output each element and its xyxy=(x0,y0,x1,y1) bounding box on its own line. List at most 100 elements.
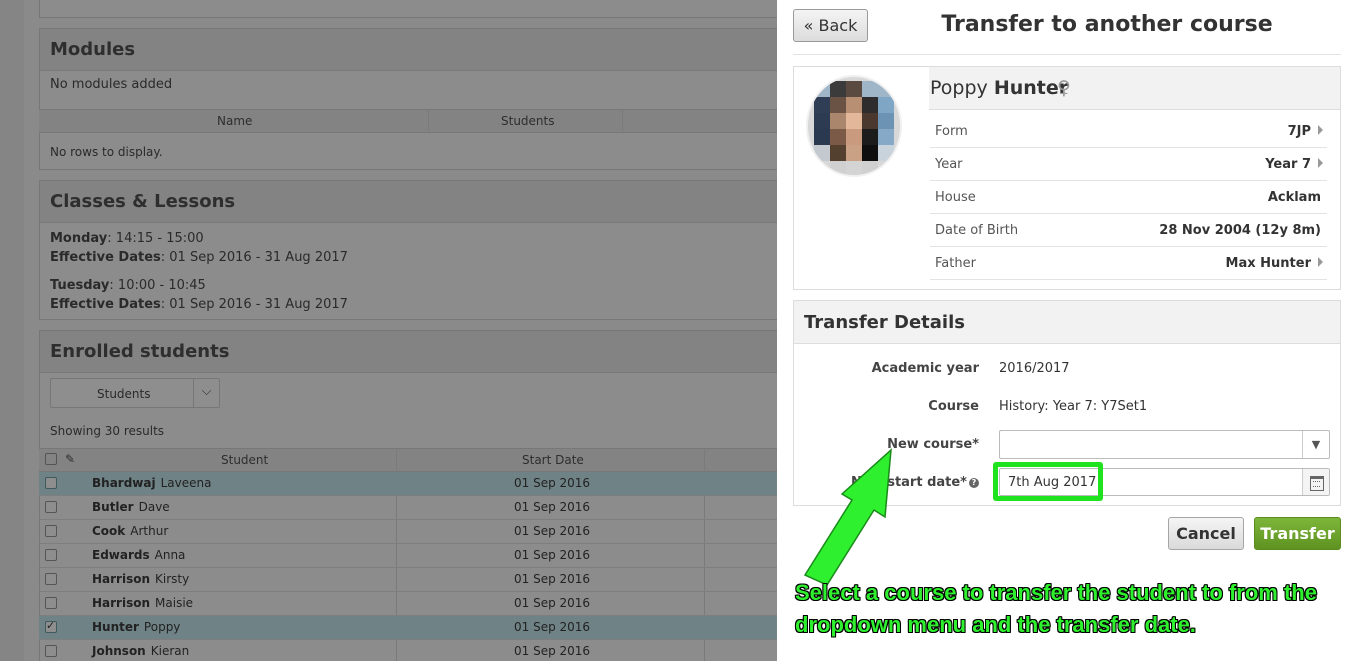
transfer-details-title: Transfer Details xyxy=(794,301,1340,344)
transfer-drawer: « Back Transfer to another course Poppy … xyxy=(777,0,1352,661)
start-date-cell: 01 Sep 2016 xyxy=(514,476,591,490)
students-view-label: Students xyxy=(97,387,151,401)
cancel-button[interactable]: Cancel xyxy=(1168,517,1244,550)
lesson-1-time: Monday: 14:15 - 15:00 xyxy=(50,231,204,246)
lesson-2-time: Tuesday: 10:00 - 10:45 xyxy=(50,278,206,293)
info-row-form[interactable]: Form 7JP xyxy=(930,115,1327,148)
row-checkbox[interactable] xyxy=(45,573,57,585)
avatar-pixel xyxy=(830,145,846,161)
info-row-dob: Date of Birth 28 Nov 2004 (12y 8m) xyxy=(930,214,1327,247)
avatar-pixel xyxy=(862,113,878,129)
modules-col-name: Name xyxy=(217,114,253,128)
info-value: 7JP xyxy=(1287,124,1311,139)
back-button[interactable]: « Back xyxy=(793,9,868,42)
info-label: Year xyxy=(935,157,963,172)
row-checkbox[interactable] xyxy=(45,525,57,537)
avatar-pixel xyxy=(878,161,894,175)
students-view-select[interactable]: Students ⌵ xyxy=(50,378,220,408)
avatar-pixel xyxy=(846,129,862,145)
avatar-pixel xyxy=(878,113,894,129)
student-name-cell[interactable]: Cook Arthur xyxy=(92,524,168,538)
avatar-pixel xyxy=(830,97,846,113)
previous-panel xyxy=(39,0,799,18)
info-row-father[interactable]: Father Max Hunter xyxy=(930,247,1327,280)
student-name-cell[interactable]: Harrison Maisie xyxy=(92,596,193,610)
transfer-button[interactable]: Transfer xyxy=(1254,517,1341,550)
student-name-cell[interactable]: Bhardwaj Laveena xyxy=(92,476,211,490)
table-row[interactable]: Butler Dave 01 Sep 2016 xyxy=(39,496,799,520)
info-label: House xyxy=(935,190,976,205)
table-row[interactable]: Bhardwaj Laveena 01 Sep 2016 xyxy=(39,472,799,496)
table-row[interactable]: HunterPoppy 01 Sep 2016 xyxy=(39,616,799,640)
avatar-pixel xyxy=(878,97,894,113)
avatar-pixel xyxy=(814,145,830,161)
avatar-pixel xyxy=(814,113,830,129)
info-value: Max Hunter xyxy=(1225,256,1311,271)
avatar-pixel xyxy=(814,97,830,113)
table-row[interactable]: Edwards Anna 01 Sep 2016 xyxy=(39,544,799,568)
table-row[interactable]: Harrison Maisie 01 Sep 2016 xyxy=(39,592,799,616)
student-name-cell[interactable]: Harrison Kirsty xyxy=(92,572,189,586)
new-course-label: New course* xyxy=(887,437,979,452)
info-row-year[interactable]: Year Year 7 xyxy=(930,148,1327,181)
modules-no-rows: No rows to display. xyxy=(50,145,163,159)
avatar-pixel xyxy=(830,161,846,175)
new-start-date-label: New start date*? xyxy=(851,475,979,490)
table-row[interactable]: Harrison Kirsty 01 Sep 2016 xyxy=(39,568,799,592)
avatar-pixel xyxy=(878,81,894,97)
start-date-cell: 01 Sep 2016 xyxy=(514,572,591,586)
academic-year-value: 2016/2017 xyxy=(999,361,1070,376)
student-card: Poppy Hunter ♀ Form 7JP Year Year 7 Hous… xyxy=(793,66,1341,290)
row-checkbox[interactable] xyxy=(45,501,57,513)
avatar-pixel xyxy=(878,129,894,145)
drawer-title: Transfer to another course xyxy=(941,12,1273,37)
avatar-pixel xyxy=(862,129,878,145)
enrolled-title: Enrolled students xyxy=(40,331,798,373)
student-name-cell[interactable]: Johnson Kieran xyxy=(92,644,189,658)
help-icon[interactable]: ? xyxy=(969,477,979,488)
student-name-cell[interactable]: Butler Dave xyxy=(92,500,170,514)
avatar-pixel xyxy=(846,97,862,113)
avatar-pixel xyxy=(846,113,862,129)
classes-title: Classes & Lessons xyxy=(40,181,798,223)
start-date-cell: 01 Sep 2016 xyxy=(514,620,591,634)
row-checkbox[interactable] xyxy=(45,619,57,633)
avatar-pixel xyxy=(830,113,846,129)
avatar-pixel xyxy=(862,97,878,113)
student-name: Poppy Hunter xyxy=(930,77,1069,99)
lesson-2-dates: Effective Dates: 01 Sep 2016 - 31 Aug 20… xyxy=(50,297,348,312)
results-count: Showing 30 results xyxy=(50,424,165,438)
avatar-pixel xyxy=(814,81,830,97)
modules-col-divider xyxy=(622,109,623,133)
lesson-1-dates: Effective Dates: 01 Sep 2016 - 31 Aug 20… xyxy=(50,250,348,265)
info-value: Year 7 xyxy=(1265,157,1311,172)
info-label: Form xyxy=(935,124,968,139)
avatar xyxy=(808,77,900,175)
dropdown-caret-icon: ▼ xyxy=(1302,431,1329,458)
avatar-pixel xyxy=(878,145,894,161)
row-checkbox[interactable] xyxy=(45,645,57,657)
table-row[interactable]: Johnson Kieran 01 Sep 2016 xyxy=(39,640,799,661)
avatar-pixel xyxy=(862,145,878,161)
caret-right-icon xyxy=(1318,125,1323,135)
student-name-cell[interactable]: Edwards Anna xyxy=(92,548,185,562)
avatar-pixel xyxy=(830,81,846,97)
modules-table-header: Name Students xyxy=(39,109,799,133)
edit-pencil-icon[interactable]: ✎ xyxy=(65,452,75,466)
info-value: Acklam xyxy=(1267,190,1321,205)
new-course-select[interactable]: ▼ xyxy=(999,430,1330,459)
row-checkbox[interactable] xyxy=(45,597,57,609)
caret-right-icon xyxy=(1318,158,1323,168)
students-table-header: ✎ Student Start Date xyxy=(39,448,799,472)
row-checkbox[interactable] xyxy=(45,549,57,561)
background-page: Modules No modules added Name Students N… xyxy=(0,0,799,661)
modules-col-divider xyxy=(428,109,429,133)
student-name-cell[interactable]: Hunter Poppy xyxy=(92,620,180,634)
avatar-pixel xyxy=(862,161,878,175)
start-date-cell: 01 Sep 2016 xyxy=(514,644,591,658)
row-checkbox[interactable] xyxy=(45,477,57,489)
calendar-icon[interactable] xyxy=(1302,469,1329,495)
avatar-pixel xyxy=(846,81,862,97)
select-all-checkbox[interactable] xyxy=(45,453,57,465)
table-row[interactable]: Cook Arthur 01 Sep 2016 xyxy=(39,520,799,544)
